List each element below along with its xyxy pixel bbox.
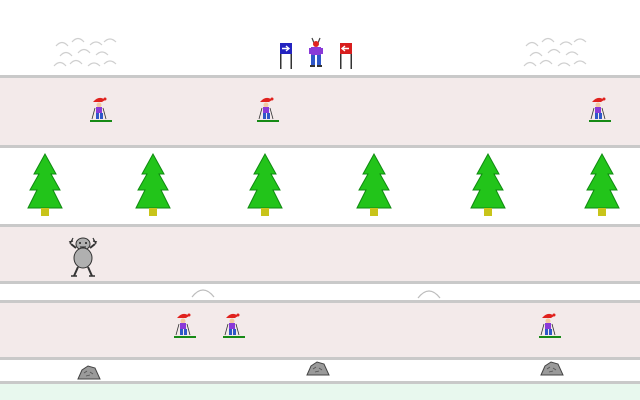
pine-tree-icon — [27, 152, 63, 216]
ski-slope-scene — [0, 0, 640, 400]
mogul-cluster-icon — [523, 37, 587, 67]
yeti-icon — [68, 237, 98, 277]
pine-tree-icon — [135, 152, 171, 216]
lane-divider — [0, 224, 640, 227]
lane-divider — [0, 281, 640, 284]
skier-icon — [90, 97, 112, 122]
pine-tree-icon — [356, 152, 392, 216]
snow-bump-icon — [191, 289, 215, 298]
lane-divider — [0, 381, 640, 384]
skier-icon — [223, 313, 245, 338]
lane-divider — [0, 75, 640, 78]
flag-arrow-right-icon — [280, 43, 292, 69]
skier-icon — [589, 97, 611, 122]
lane-divider — [0, 145, 640, 148]
player-skier-icon[interactable] — [306, 36, 326, 68]
snow-bump-icon — [417, 290, 441, 299]
rock-icon — [540, 361, 564, 376]
skier-icon — [539, 313, 561, 338]
mogul-cluster-icon — [53, 37, 117, 67]
skier-icon — [257, 97, 279, 122]
flag-arrow-left-icon — [340, 43, 352, 69]
pine-tree-icon — [584, 152, 620, 216]
skier-icon — [174, 313, 196, 338]
rock-icon — [77, 365, 101, 380]
pine-tree-icon — [470, 152, 506, 216]
pine-tree-icon — [247, 152, 283, 216]
bottom-strip — [0, 384, 640, 400]
lane-divider — [0, 300, 640, 303]
rock-icon — [306, 361, 330, 376]
